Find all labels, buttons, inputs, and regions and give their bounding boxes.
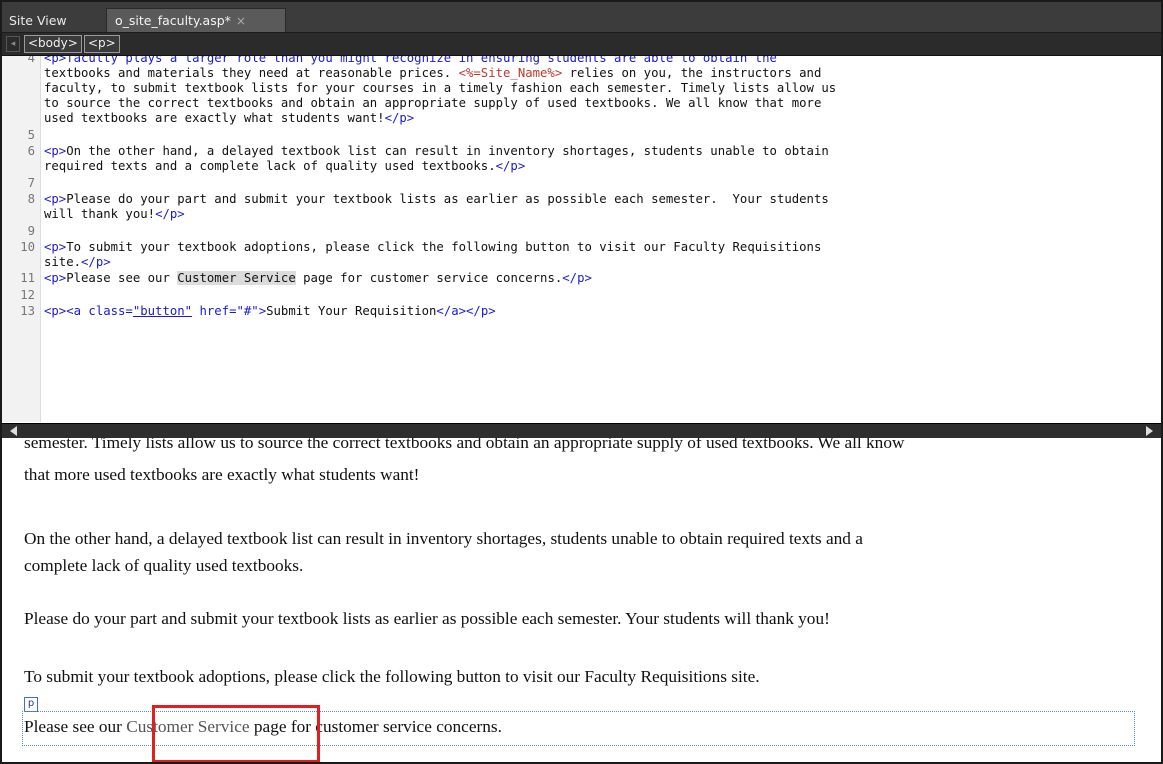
code-token: href="#"> xyxy=(192,304,267,318)
code-text: will thank you!</p> xyxy=(44,207,185,222)
code-token: </p> xyxy=(495,159,526,173)
tab-site-view[interactable]: Site View xyxy=(9,10,67,32)
code-text: textbooks and materials they need at rea… xyxy=(44,66,821,81)
code-text: to source the correct textbooks and obta… xyxy=(44,96,821,111)
code-token: To submit your textbook adoptions, pleas… xyxy=(66,240,822,254)
line-number: 5 xyxy=(27,128,35,142)
line-number: 4 xyxy=(27,56,35,65)
code-token: faculty, to submit textbook lists for yo… xyxy=(44,81,837,95)
tag-chip-body[interactable]: <body> xyxy=(24,35,82,53)
design-paragraph-3: Please do your part and submit your text… xyxy=(24,609,830,628)
document-tab-bar: Site View o_site_faculty.asp* × xyxy=(2,2,1161,33)
code-token: <p> xyxy=(44,192,67,206)
code-token: <p><a class= xyxy=(44,304,133,318)
code-token: </p> xyxy=(384,111,415,125)
design-paragraph-4: To submit your textbook adoptions, pleas… xyxy=(24,667,760,686)
line-number: 13 xyxy=(20,304,35,318)
design-paragraph-cut: semester. Timely lists allow us to sourc… xyxy=(24,438,905,452)
code-token: </a></p> xyxy=(436,304,496,318)
code-token: Customer Service xyxy=(177,271,296,285)
design-paragraph-1-end: that more used textbooks are exactly wha… xyxy=(24,465,420,484)
editor-window: Site View o_site_faculty.asp* × ◂ <body> … xyxy=(0,0,1163,764)
code-token: Please see our xyxy=(66,271,178,285)
code-text: <p>On the other hand, a delayed textbook… xyxy=(44,144,829,159)
code-token: </p> xyxy=(562,271,592,285)
code-token: Please do your part and submit your text… xyxy=(66,192,829,206)
line-number: 10 xyxy=(20,240,35,254)
code-text: <p>Please see our Customer Service page … xyxy=(44,271,592,286)
code-text: used textbooks are exactly what students… xyxy=(44,111,414,126)
line-number: 9 xyxy=(27,224,35,238)
tab-document-label: o_site_faculty.asp* xyxy=(115,13,231,28)
line-number: 11 xyxy=(20,271,35,285)
paragraph-tag-badge[interactable]: p xyxy=(24,697,38,712)
cs-text-before: Please see our xyxy=(24,717,127,736)
code-token: <p> xyxy=(44,240,67,254)
code-token: site. xyxy=(44,255,82,269)
code-text: <p>To submit your textbook adoptions, pl… xyxy=(44,240,821,255)
code-text: <p>Please do your part and submit your t… xyxy=(44,192,829,207)
design-paragraph-2-line-1: On the other hand, a delayed textbook li… xyxy=(24,529,863,548)
line-number-gutter xyxy=(2,56,41,422)
highlight-box xyxy=(152,705,320,762)
line-number: 7 xyxy=(27,176,35,190)
code-token: <p> xyxy=(44,144,67,158)
code-view[interactable]: 4 <p>faculty plays a larger role than you… xyxy=(2,56,1161,422)
code-text: <p><a class="button" href="#">Submit You… xyxy=(44,304,496,319)
scroll-right-icon[interactable] xyxy=(1146,426,1153,436)
code-text: site.</p> xyxy=(44,255,111,270)
tab-document[interactable]: o_site_faculty.asp* × xyxy=(106,8,286,32)
code-token: required texts and a complete lack of qu… xyxy=(44,159,496,173)
code-token: <p>faculty plays a larger role than you … xyxy=(44,56,777,65)
code-text: <p>faculty plays a larger role than you … xyxy=(44,56,777,66)
scroll-left-icon[interactable] xyxy=(10,426,17,436)
horizontal-scrollbar[interactable] xyxy=(2,423,1161,438)
code-token: used textbooks are exactly what students… xyxy=(44,111,385,125)
code-token: will thank you! xyxy=(44,207,156,221)
tag-chip-p[interactable]: <p> xyxy=(84,35,120,53)
design-view[interactable]: semester. Timely lists allow us to sourc… xyxy=(2,438,1161,762)
code-token: <p> xyxy=(44,271,67,285)
close-tab-icon[interactable]: × xyxy=(236,14,246,28)
code-token: "button" xyxy=(132,304,193,318)
code-token: <%=Site_Name%> xyxy=(458,66,563,80)
code-token: textbooks and materials they need at rea… xyxy=(44,66,459,80)
code-token: Submit Your Requisition xyxy=(266,304,437,318)
code-text: faculty, to submit textbook lists for yo… xyxy=(44,81,836,96)
code-token: to source the correct textbooks and obta… xyxy=(44,96,822,110)
line-number: 6 xyxy=(27,144,35,158)
code-token: page for customer service concerns. xyxy=(295,271,563,285)
code-text: required texts and a complete lack of qu… xyxy=(44,159,525,174)
tag-selector-arrow-icon[interactable]: ◂ xyxy=(6,36,20,52)
code-token: </p> xyxy=(81,255,111,269)
code-token: On the other hand, a delayed textbook li… xyxy=(66,144,829,158)
tag-selector-bar: ◂ <body> <p> xyxy=(2,33,1161,56)
code-token: </p> xyxy=(155,207,185,221)
code-token: relies on you, the instructors and xyxy=(562,66,822,80)
line-number: 8 xyxy=(27,192,35,206)
line-number: 12 xyxy=(20,288,35,302)
design-paragraph-2-line-2: complete lack of quality used textbooks. xyxy=(24,556,304,575)
